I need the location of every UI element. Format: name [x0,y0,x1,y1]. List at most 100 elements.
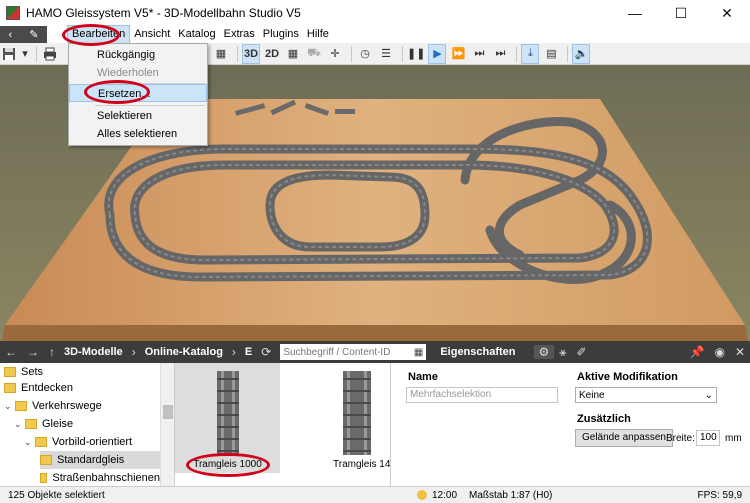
tree-item-standardgleis[interactable]: Standardgleis [40,451,160,469]
maximize-button[interactable]: ☐ [658,0,704,26]
grid-select-icon[interactable]: ▦ [212,44,230,64]
folder-icon [35,437,47,447]
search-placeholder: Suchbegriff / Content-ID [283,346,391,358]
tree-item-entdecken[interactable]: Entdecken [4,379,160,397]
breadcrumb-online-catalog[interactable]: Online-Katalog [141,346,227,358]
folder-icon [40,455,52,465]
menu-quick-area: ‹ ✎ [0,26,47,43]
track-thumbnail-icon [217,371,239,455]
refresh-icon[interactable]: ⟳ [256,345,276,359]
brush-icon[interactable]: ✐ [571,345,591,359]
properties-title: Eigenschaften [440,346,516,358]
train-icon[interactable]: ⛟ [305,44,323,64]
dropdown-arrow-icon[interactable]: ▾ [21,44,29,64]
selection-status: 125 Objekte selektiert [8,489,105,501]
sound-icon[interactable]: 🔈 [572,43,591,64]
annotation-oval-bearbeiten [62,24,120,46]
nav-forward-icon[interactable]: → [22,345,44,359]
settings-gear-icon[interactable]: ⚙ [533,345,555,359]
tree-item-vorbild[interactable]: ⌄ Vorbild-orientiert [24,433,160,451]
panel-close-icon[interactable]: ✕ [730,345,750,359]
nav-up-icon[interactable]: ↑ [44,345,60,359]
time-display[interactable]: 12:00 [432,490,457,501]
menu-select[interactable]: Selektieren [69,107,207,125]
annotation-oval-replace [84,80,150,104]
catalog-item-label: Tramgleis 1435 [333,459,390,470]
width-label: Breite: [666,433,695,444]
folder-icon [25,419,37,429]
menu-redo[interactable]: Wiederholen [69,64,207,82]
properties-panel: Name Mehrfachselektion Aktive Modifikati… [390,363,750,486]
pin-icon[interactable]: 📌 [685,345,710,359]
menu-select-all[interactable]: Alles selektieren [69,125,207,143]
status-bar: 125 Objekte selektiert 12:00 Maßstab 1:8… [0,486,750,503]
back-icon[interactable]: ‹ [9,29,13,41]
node-icon[interactable]: ⚹ [554,345,571,360]
chevron-down-icon: ⌄ [704,389,713,401]
tree-item-gleise[interactable]: ⌄ Gleise [14,415,160,433]
app-icon [6,6,20,20]
track-thumbnail-icon [343,371,371,455]
close-button[interactable]: ✕ [704,0,750,26]
breadcrumb-e[interactable]: E [241,346,256,358]
breadcrumb-3d-models[interactable]: 3D-Modelle [60,346,127,358]
scale-display[interactable]: Maßstab 1:87 (H0) [469,490,552,501]
annotation-oval-tramgleis [186,453,270,477]
tree-scrollbar[interactable] [160,363,174,486]
expand-chevron-icon[interactable]: ⌄ [14,415,22,433]
folder-icon [4,367,16,377]
catalog-tree: Sets Entdecken ⌄ Verkehrswege ⌄ Gleise ⌄ Vo… [0,363,175,486]
ruler-icon[interactable]: ▤ [542,44,560,64]
active-modification-select[interactable]: Keine ⌄ [575,387,717,403]
breadcrumb-separator-icon: › [131,345,136,359]
active-modification-label: Aktive Modifikation [577,371,678,383]
save-icon[interactable] [0,44,18,64]
list-icon[interactable]: ☰ [377,44,395,64]
name-field[interactable]: Mehrfachselektion [406,387,558,403]
menu-katalog[interactable]: Katalog [174,26,219,43]
minimize-button[interactable]: — [612,0,658,26]
menu-extras[interactable]: Extras [220,26,259,43]
menu-plugins[interactable]: Plugins [259,26,303,43]
eye-icon[interactable]: ◉ [709,345,729,359]
catalog-item-tramgleis-1435[interactable]: Tramgleis 1435 [285,363,390,473]
folder-icon [15,401,27,411]
grid-view-icon[interactable]: ▦ [414,347,423,358]
adjust-terrain-button[interactable]: Gelände anpassen [575,429,673,447]
tree-item-verkehrswege[interactable]: ⌄ Verkehrswege [4,397,160,415]
active-modification-value: Keine [579,389,605,401]
menu-ansicht[interactable]: Ansicht [130,26,174,43]
menu-undo[interactable]: Rückgängig [69,46,207,64]
nav-back-icon[interactable]: ← [0,345,22,359]
tree-item-strassenbahn[interactable]: Straßenbahnschienen [40,469,160,486]
panel-bar: ← → ↑ 3D-Modelle › Online-Katalog › E ⟳ … [0,341,750,363]
print-icon[interactable] [41,44,59,64]
download-icon[interactable]: ⤓ [521,43,540,64]
width-unit: mm [725,433,742,444]
crosshair-icon[interactable]: ✛ [326,44,344,64]
fps-display: FPS: 59,9 [697,489,742,501]
edit-icon[interactable]: ✎ [29,28,38,41]
name-label: Name [408,371,438,383]
folder-icon [40,473,48,483]
sun-icon [417,490,427,500]
pause-icon[interactable]: ❚❚ [407,44,425,64]
clock-icon[interactable]: ◷ [356,44,374,64]
extra-label: Zusätzlich [577,413,631,425]
search-input[interactable]: Suchbegriff / Content-ID ▦ [280,344,427,360]
width-field[interactable]: 100 [696,430,720,446]
breadcrumb-separator-icon: › [231,345,236,359]
grid-icon[interactable]: ▦ [284,44,302,64]
skip-end-icon[interactable]: ⏭ [491,44,509,64]
expand-chevron-icon[interactable]: ⌄ [4,397,12,415]
folder-icon [4,383,16,393]
view-2d-button[interactable]: 2D [263,44,281,64]
faster-forward-icon[interactable]: ⏭ [470,44,488,64]
fast-forward-icon[interactable]: ⏩ [449,44,467,64]
view-3d-button[interactable]: 3D [242,43,260,64]
window-title: HAMO Gleissystem V5* - 3D-Modellbahn Stu… [26,6,301,20]
title-bar: HAMO Gleissystem V5* - 3D-Modellbahn Stu… [0,0,750,26]
menu-hilfe[interactable]: Hilfe [303,26,333,43]
play-icon[interactable]: ▶ [428,43,447,64]
expand-chevron-icon[interactable]: ⌄ [24,433,32,451]
